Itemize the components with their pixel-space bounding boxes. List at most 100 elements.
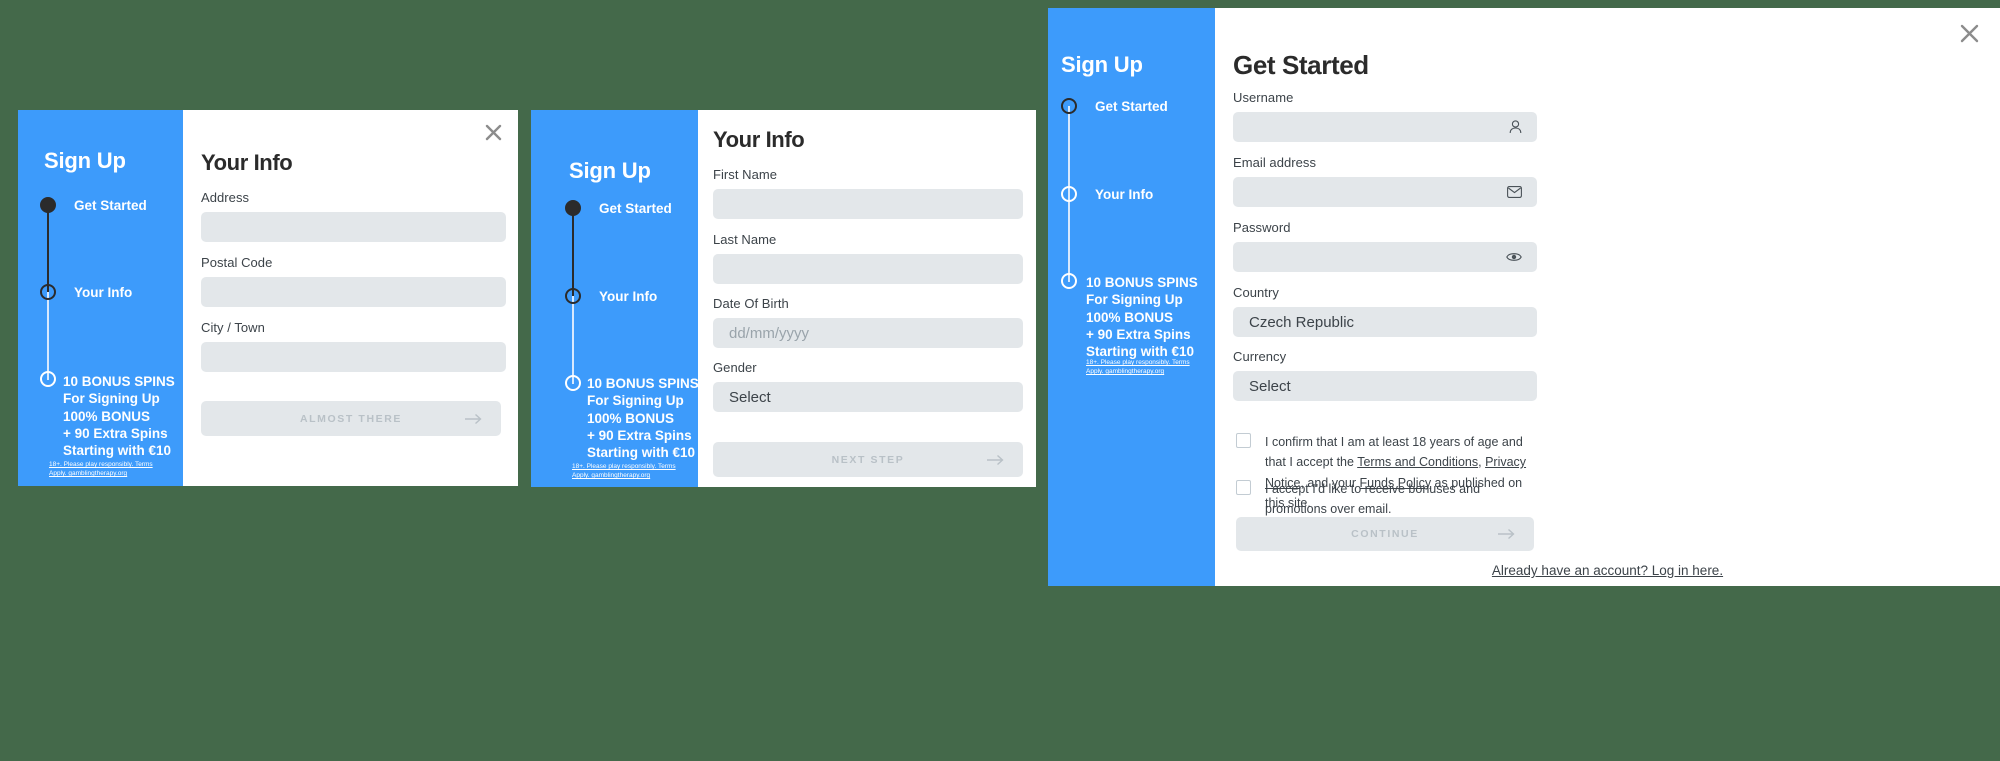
step-your-info[interactable]: Your Info	[1061, 186, 1168, 202]
bonus-line: For Signing Up	[63, 391, 160, 407]
currency-select[interactable]: Select	[1233, 371, 1537, 401]
gender-select[interactable]: Select	[713, 382, 1023, 412]
bonus-line: + 90 Extra Spins	[1086, 326, 1191, 342]
bonus-line: 10 BONUS SPINS	[63, 374, 175, 389]
address-input[interactable]	[201, 212, 506, 242]
bonus-line: Starting with €10	[587, 445, 696, 461]
field-country: Country Czech Republic	[1233, 285, 1537, 337]
page-title: Your Info	[713, 127, 805, 152]
field-label: Date Of Birth	[713, 296, 789, 311]
step-label: Your Info	[74, 284, 133, 300]
bonus-offer: 10 BONUS SPINS For Signing Up 100% BONUS…	[63, 373, 175, 459]
step-dot-ring-icon	[565, 375, 581, 391]
step-your-info[interactable]: Your Info	[40, 284, 147, 300]
step-dot-ring-icon	[1061, 98, 1077, 114]
bonus-line: 100% BONUS	[63, 408, 151, 424]
step-dot-ring-icon	[565, 288, 581, 304]
arrow-right-icon	[987, 454, 1005, 465]
bonus-line: 10 BONUS SPINS	[587, 376, 698, 391]
envelope-icon	[1507, 186, 1522, 198]
close-button[interactable]	[480, 119, 506, 145]
step-get-started[interactable]: Get Started	[1061, 98, 1168, 114]
bonus-line: Starting with €10	[63, 443, 172, 459]
terms-and-conditions-link[interactable]: Terms and Conditions	[1357, 455, 1478, 469]
step-label: Your Info	[599, 288, 658, 304]
eye-icon[interactable]	[1506, 251, 1522, 263]
sidebar-title: Sign Up	[1061, 52, 1143, 77]
first-name-input[interactable]	[713, 189, 1023, 219]
step-dot-ring-icon	[1061, 273, 1077, 289]
field-label: Password	[1233, 220, 1291, 235]
step-label: Get Started	[74, 197, 147, 213]
email-input[interactable]	[1233, 177, 1537, 207]
bonus-line: For Signing Up	[587, 393, 684, 409]
close-icon	[485, 124, 501, 140]
signup-form-panel: Your Info First Name Last Name Date Of B…	[698, 110, 1036, 487]
bonus-line: 100% BONUS	[1086, 309, 1174, 325]
signup-sidebar: Sign Up Get Started Your Info 10 BONUS S…	[1048, 8, 1215, 586]
screen: Sign Up Get Started Your Info 10 BONUS S…	[0, 0, 2000, 761]
responsible-gambling-legal-link[interactable]: 18+. Please play responsibly. Terms Appl…	[572, 462, 694, 481]
login-link[interactable]: Already have an account? Log in here.	[1215, 563, 2000, 578]
field-label: Last Name	[713, 232, 777, 247]
step-dot-ring-icon	[1061, 186, 1077, 202]
country-select[interactable]: Czech Republic	[1233, 307, 1537, 337]
button-label: ALMOST THERE	[299, 412, 403, 425]
step-progress: Get Started Your Info	[565, 200, 672, 391]
field-city-town: City / Town	[201, 320, 506, 372]
bonus-line: + 90 Extra Spins	[63, 425, 168, 441]
field-label: Currency	[1233, 349, 1287, 364]
field-currency: Currency Select	[1233, 349, 1537, 401]
city-town-input[interactable]	[201, 342, 506, 372]
button-label: NEXT STEP	[831, 453, 905, 466]
field-address: Address	[201, 190, 506, 242]
step-dot-ring-icon	[40, 284, 56, 300]
password-input[interactable]	[1233, 242, 1537, 272]
field-username: Username	[1233, 90, 1537, 142]
step-progress: Get Started Your Info	[1061, 98, 1168, 289]
field-label: Country	[1233, 285, 1279, 300]
select-value: Select	[1249, 377, 1291, 395]
field-last-name: Last Name	[713, 232, 1023, 284]
field-label: Postal Code	[201, 255, 273, 270]
signup-form-panel: Your Info Address Postal Code City / Tow…	[183, 110, 518, 486]
marketing-consent-text: I accept I'd like to receive bonuses and…	[1265, 482, 1481, 517]
field-date-of-birth: Date Of Birth dd/mm/yyyy	[713, 296, 1023, 348]
field-gender: Gender Select	[713, 360, 1023, 412]
bonus-line: 100% BONUS	[587, 410, 675, 426]
arrow-right-icon	[1498, 528, 1516, 540]
signup-form-panel: Get Started Username Email address Passw…	[1215, 8, 2000, 586]
select-value: Select	[729, 388, 771, 406]
user-icon	[1509, 120, 1522, 134]
bonus-line: For Signing Up	[1086, 292, 1183, 308]
close-button[interactable]	[1956, 20, 1982, 46]
step-get-started[interactable]: Get Started	[40, 197, 147, 213]
marketing-consent[interactable]: I accept I'd like to receive bonuses and…	[1236, 479, 1536, 520]
username-input[interactable]	[1233, 112, 1537, 142]
marketing-checkbox[interactable]	[1236, 480, 1251, 495]
continue-button[interactable]: CONTINUE	[1236, 517, 1534, 551]
bonus-offer: 10 BONUS SPINS For Signing Up 100% BONUS…	[1086, 274, 1198, 360]
button-label: CONTINUE	[1351, 528, 1419, 540]
responsible-gambling-legal-link[interactable]: 18+. Please play responsibly. Terms Appl…	[49, 460, 169, 479]
step-label: Your Info	[1095, 186, 1154, 202]
last-name-input[interactable]	[713, 254, 1023, 284]
almost-there-button[interactable]: ALMOST THERE	[201, 401, 501, 436]
select-value: Czech Republic	[1249, 313, 1355, 331]
signup-sidebar: Sign Up Get Started Your Info 10 BONUS S…	[18, 110, 183, 486]
postal-code-input[interactable]	[201, 277, 506, 307]
step-your-info[interactable]: Your Info	[565, 288, 672, 304]
sidebar-title: Sign Up	[44, 148, 126, 173]
next-step-button[interactable]: NEXT STEP	[713, 442, 1023, 477]
sidebar-title: Sign Up	[569, 158, 651, 183]
field-label: Email address	[1233, 155, 1317, 170]
responsible-gambling-legal-link[interactable]: 18+. Please play responsibly. Terms Appl…	[1086, 358, 1206, 377]
input-placeholder: dd/mm/yyyy	[729, 324, 810, 342]
step-dot-ring-icon	[40, 371, 56, 387]
page-title: Get Started	[1233, 50, 1369, 80]
age-terms-checkbox[interactable]	[1236, 433, 1251, 448]
field-postal-code: Postal Code	[201, 255, 506, 307]
date-of-birth-input[interactable]: dd/mm/yyyy	[713, 318, 1023, 348]
signup-modal-get-started: Sign Up Get Started Your Info 10 BONUS S…	[1048, 8, 2000, 586]
step-get-started[interactable]: Get Started	[565, 200, 672, 216]
